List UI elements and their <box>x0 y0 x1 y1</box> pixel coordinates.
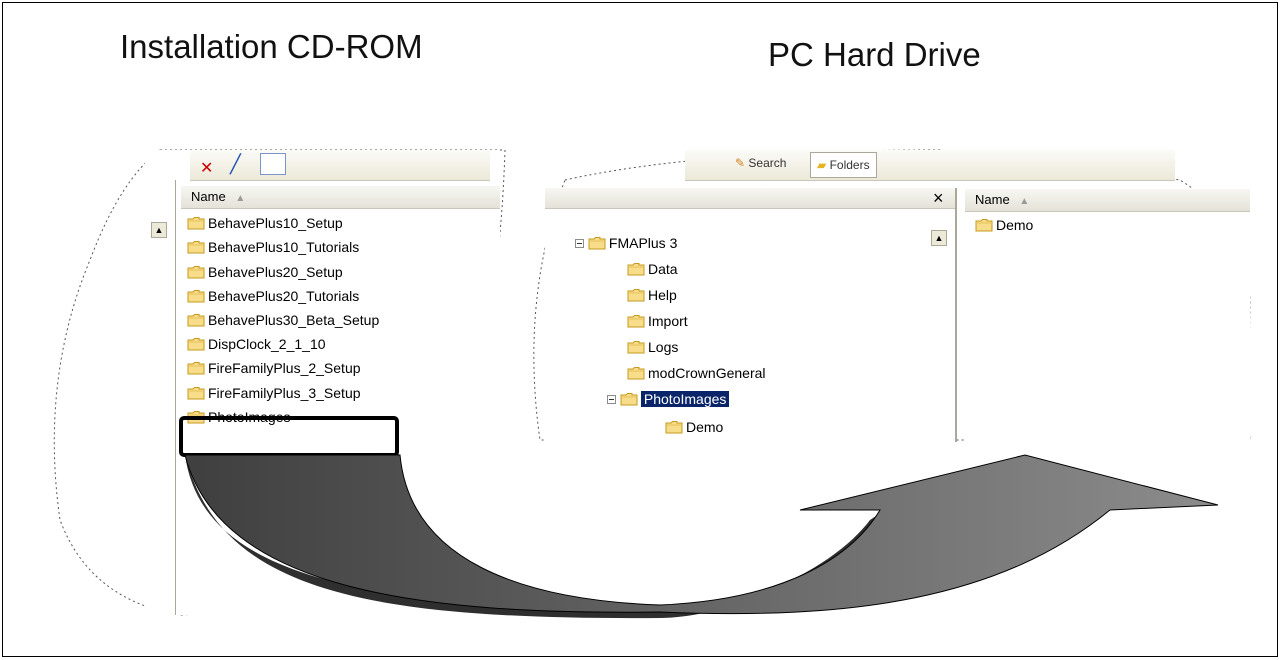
copy-direction-arrow <box>179 416 1219 619</box>
photoimages-highlight-box <box>179 416 399 457</box>
